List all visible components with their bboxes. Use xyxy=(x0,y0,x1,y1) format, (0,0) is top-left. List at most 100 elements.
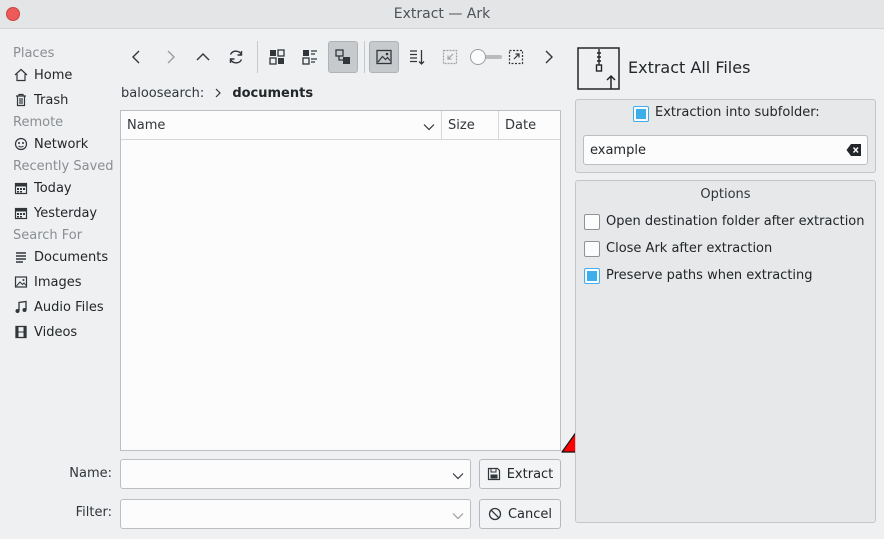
cancel-button[interactable]: Cancel xyxy=(479,499,561,529)
up-icon xyxy=(196,53,210,61)
filter-combobox[interactable] xyxy=(120,499,471,529)
open-destination-checkbox[interactable] xyxy=(584,214,600,230)
column-header-label: Size xyxy=(448,118,475,133)
preserve-paths-label[interactable]: Preserve paths when extracting xyxy=(606,268,813,283)
subfolder-field[interactable] xyxy=(583,135,868,165)
sidebar-item-videos[interactable]: Videos xyxy=(13,322,117,342)
reload-button[interactable] xyxy=(221,41,251,73)
cancel-icon xyxy=(488,507,502,521)
more-icon xyxy=(545,50,553,64)
chevron-down-icon[interactable] xyxy=(452,509,464,524)
split-view-button[interactable] xyxy=(501,41,531,73)
sidebar-item-label: Videos xyxy=(34,324,78,340)
sidebar-item-label: Today xyxy=(34,180,72,196)
calendar-icon xyxy=(13,205,29,221)
detailed-view-button[interactable] xyxy=(295,41,325,73)
zoom-slider-handle[interactable] xyxy=(470,49,486,65)
archive-extract-icon xyxy=(577,47,620,90)
filter-input[interactable] xyxy=(127,505,447,523)
sort-button[interactable] xyxy=(402,41,432,73)
icon-view-button[interactable] xyxy=(262,41,292,73)
music-icon xyxy=(13,299,29,315)
sidebar-item-label: Home xyxy=(34,67,73,83)
close-ark-label[interactable]: Close Ark after extraction xyxy=(606,241,772,256)
column-header-label: Date xyxy=(505,118,537,133)
options-group: Options xyxy=(575,180,876,523)
sidebar-item-audio-files[interactable]: Audio Files xyxy=(13,297,117,317)
preview-icon xyxy=(376,49,392,65)
breadcrumb: baloosearch: documents xyxy=(121,84,313,102)
sidebar-heading-places: Places xyxy=(13,46,55,61)
toolbar-separator xyxy=(364,41,365,73)
sidebar-item-images[interactable]: Images xyxy=(13,272,117,292)
subfolder-checkbox-label[interactable]: Extraction into subfolder: xyxy=(655,105,820,120)
icon-view-icon xyxy=(269,49,285,65)
file-list[interactable]: Name Size Date xyxy=(120,110,561,451)
sidebar-item-yesterday[interactable]: Yesterday xyxy=(13,203,117,223)
save-icon xyxy=(487,467,501,481)
sidebar-item-today[interactable]: Today xyxy=(13,178,117,198)
detailed-view-icon xyxy=(302,50,317,65)
video-icon xyxy=(13,324,29,340)
column-header-label: Name xyxy=(127,118,166,133)
sidebar-item-trash[interactable]: Trash xyxy=(13,90,117,110)
more-button[interactable] xyxy=(533,41,563,73)
cancel-button-label: Cancel xyxy=(507,506,553,522)
preserve-paths-checkbox[interactable] xyxy=(584,268,600,284)
chevron-right-icon xyxy=(214,88,222,98)
places-sidebar: Places Home Trash Remote Network Recentl… xyxy=(0,29,118,449)
extract-button[interactable]: Extract xyxy=(479,459,561,489)
chevron-down-icon[interactable] xyxy=(452,469,464,484)
close-ark-checkbox[interactable] xyxy=(584,241,600,257)
sidebar-heading-search-for: Search For xyxy=(13,228,83,243)
trash-icon xyxy=(13,92,29,108)
window-title: Extract — Ark xyxy=(393,6,491,22)
back-button[interactable] xyxy=(122,41,152,73)
hidden-files-icon xyxy=(442,49,458,65)
name-input[interactable] xyxy=(127,465,447,483)
sidebar-item-label: Trash xyxy=(34,92,69,108)
tree-view-icon xyxy=(335,49,350,64)
tree-view-button[interactable] xyxy=(328,41,358,73)
sidebar-item-home[interactable]: Home xyxy=(13,65,117,85)
sort-icon xyxy=(410,50,425,65)
title-bar: Extract — Ark xyxy=(0,0,884,29)
sidebar-item-label: Yesterday xyxy=(34,205,98,221)
subfolder-checkbox[interactable] xyxy=(633,106,649,122)
network-icon xyxy=(13,136,29,152)
filter-label: Filter: xyxy=(75,505,112,520)
sidebar-item-network[interactable]: Network xyxy=(13,134,117,154)
column-header-date[interactable]: Date xyxy=(499,111,560,140)
split-view-icon xyxy=(508,49,524,65)
sidebar-item-label: Documents xyxy=(34,249,109,265)
open-destination-label[interactable]: Open destination folder after extraction xyxy=(606,214,865,229)
calendar-icon xyxy=(13,180,29,196)
sidebar-item-label: Images xyxy=(34,274,82,290)
clear-text-icon[interactable] xyxy=(846,143,862,161)
up-button[interactable] xyxy=(188,41,218,73)
sidebar-item-label: Audio Files xyxy=(34,299,104,315)
options-group-title: Options xyxy=(700,187,751,202)
sidebar-heading-recently-saved: Recently Saved xyxy=(13,159,114,174)
back-icon xyxy=(132,50,140,64)
toolbar-separator xyxy=(257,41,258,73)
preview-button[interactable] xyxy=(369,41,399,73)
breadcrumb-parent[interactable]: baloosearch: xyxy=(121,86,204,101)
breadcrumb-current[interactable]: documents xyxy=(232,86,313,101)
home-icon xyxy=(13,67,29,83)
image-icon xyxy=(13,274,29,290)
reload-icon xyxy=(229,50,243,64)
name-combobox[interactable] xyxy=(120,459,471,489)
forward-icon xyxy=(167,50,175,64)
sidebar-item-documents[interactable]: Documents xyxy=(13,247,117,267)
file-list-header: Name Size Date xyxy=(121,111,560,140)
extract-button-label: Extract xyxy=(506,466,554,482)
zoom-slider[interactable] xyxy=(470,49,504,65)
hidden-files-button[interactable] xyxy=(435,41,465,73)
column-header-name[interactable]: Name xyxy=(121,111,442,140)
sidebar-heading-remote: Remote xyxy=(13,115,64,130)
name-label: Name: xyxy=(69,466,112,481)
forward-button[interactable] xyxy=(155,41,185,73)
subfolder-input[interactable] xyxy=(590,141,840,159)
column-header-size[interactable]: Size xyxy=(442,111,499,140)
